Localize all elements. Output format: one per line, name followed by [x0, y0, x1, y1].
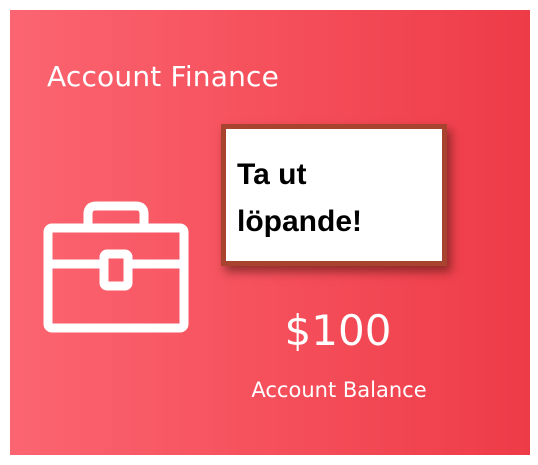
account-finance-card[interactable]: Account Finance Ta ut löpande! $100 Acco…	[10, 10, 530, 455]
account-balance-value: $100	[284, 306, 392, 355]
note-text: Ta ut löpande!	[237, 158, 362, 238]
account-balance-label: Account Balance	[251, 378, 427, 402]
briefcase-icon	[43, 201, 189, 333]
sticky-note: Ta ut löpande!	[221, 124, 447, 266]
card-title: Account Finance	[47, 60, 280, 93]
